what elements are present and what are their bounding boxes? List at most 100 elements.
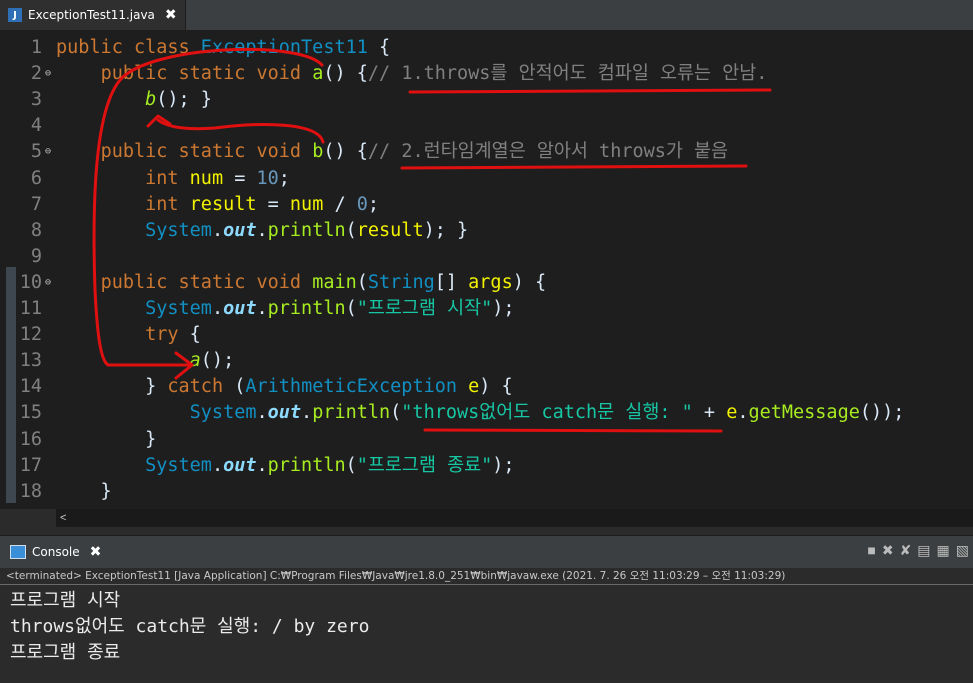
code-token: . [737, 402, 749, 424]
code-token: () { [323, 141, 368, 163]
code-text: try { [56, 322, 201, 348]
code-line[interactable]: 10 ⊖ public static void main(String[] arg… [0, 270, 973, 296]
code-text: b(); } [56, 87, 212, 113]
code-token: . [256, 219, 268, 241]
line-number: 9 [30, 245, 42, 267]
line-number: 8 [30, 219, 42, 241]
code-token: System [189, 402, 257, 424]
pin-console-icon[interactable]: ▤ [917, 542, 930, 559]
code-token: ( [345, 298, 357, 319]
close-console-icon[interactable]: ✖ [90, 544, 102, 560]
code-token: ; [367, 193, 380, 215]
editor-tab-title: ExceptionTest11.java [28, 8, 155, 22]
code-token: . [301, 402, 313, 424]
code-line[interactable]: 6 int num = 10; [0, 166, 973, 192]
code-token: System [145, 454, 212, 476]
code-line[interactable]: 17 System.out.println("프로그램 종료"); [0, 453, 973, 479]
code-token: ); } [423, 219, 469, 241]
code-line[interactable]: 11 System.out.println("프로그램 시작"); [0, 296, 973, 322]
code-line[interactable]: 2 ⊖ public static void a() {// 1.throws를 … [0, 61, 973, 87]
code-token: println [267, 219, 346, 241]
code-token: // 1.throws를 안적어도 컴파일 오류는 안남. [367, 63, 768, 85]
code-token: class [133, 37, 201, 58]
code-token: println [312, 402, 391, 424]
code-line[interactable]: 4 [0, 113, 973, 139]
code-line[interactable]: 16 } [0, 427, 973, 453]
code-token: void [256, 63, 313, 85]
code-token: = [223, 167, 257, 189]
code-token: e [726, 402, 738, 424]
console-status: <terminated> ExceptionTest11 [Java Appli… [0, 568, 973, 585]
code-line[interactable]: 14 } catch (ArithmeticException e) { [0, 374, 973, 400]
code-token: catch [167, 376, 224, 398]
open-console-icon[interactable]: ▦ [937, 542, 950, 559]
code-line[interactable]: 15 System.out.println("throws없어도 catch문 … [0, 400, 973, 426]
code-token: 10 [256, 167, 279, 189]
code-token: b [312, 141, 324, 163]
horizontal-scrollbar[interactable]: < [56, 509, 973, 527]
line-number: 12 [19, 324, 42, 346]
code-line[interactable]: 13 a(); [0, 348, 973, 374]
code-token: println [267, 298, 346, 319]
code-editor[interactable]: 1 public class ExceptionTest11 {2 ⊖ public… [0, 31, 973, 509]
code-line[interactable]: 5 ⊖ public static void b() {// 2.런타임계열은 알… [0, 139, 973, 165]
code-token: out [223, 219, 257, 241]
fold-toggle-icon[interactable]: ⊖ [45, 270, 51, 296]
code-token: num [289, 193, 324, 215]
display-console-icon[interactable]: ▧ [956, 542, 969, 559]
line-number: 18 [19, 480, 42, 502]
code-token: b [145, 89, 157, 111]
code-line[interactable]: 9 [0, 244, 973, 270]
fold-toggle-icon[interactable]: ⊖ [45, 61, 51, 87]
code-token: a [189, 350, 201, 372]
code-token: out [223, 454, 257, 476]
code-token: System [145, 219, 212, 241]
code-text: public static void a() {// 1.throws를 안적어… [56, 61, 768, 87]
code-token: args [468, 271, 513, 293]
code-token: out [267, 402, 302, 424]
fold-toggle-icon[interactable]: ⊖ [45, 139, 51, 165]
remove-launch-icon[interactable]: ✖ [882, 542, 894, 559]
code-token: public [56, 37, 134, 58]
code-token: static [178, 63, 257, 85]
code-token: public [100, 271, 179, 293]
code-line[interactable]: 18 } [0, 479, 973, 505]
close-tab-icon[interactable]: ✖ [165, 7, 177, 23]
code-token: () { [323, 63, 368, 85]
code-token: . [211, 454, 224, 476]
code-token: public [100, 141, 179, 163]
console-tab[interactable]: Console ✖ [0, 536, 111, 568]
code-line[interactable]: 7 int result = num / 0; [0, 192, 973, 218]
remove-all-icon[interactable]: ✘ [900, 542, 912, 559]
java-file-icon: J [8, 8, 22, 22]
code-line[interactable]: 12 try { [0, 322, 973, 348]
code-token: (); } [156, 89, 212, 111]
stop-icon[interactable]: ■ [867, 542, 875, 559]
scroll-left-icon[interactable]: < [60, 512, 66, 524]
code-line[interactable]: 1 public class ExceptionTest11 { [0, 35, 973, 61]
line-number: 10 [19, 271, 42, 293]
code-token: // 2.런타임계열은 알아서 throws가 붙음 [367, 141, 729, 163]
code-token: . [211, 219, 224, 241]
code-line[interactable]: 3 b(); } [0, 87, 973, 113]
console-icon [10, 545, 26, 559]
code-token: a [312, 63, 324, 85]
code-token: ExceptionTest11 [200, 37, 368, 58]
code-text: System.out.println("프로그램 종료"); [56, 453, 514, 479]
line-number: 2 [30, 63, 42, 85]
code-text: public static void b() {// 2.런타임계열은 알아서 … [56, 139, 729, 165]
code-token: void [256, 141, 313, 163]
code-token: ()); [859, 402, 905, 424]
line-number: 13 [19, 350, 42, 372]
code-line[interactable]: 8 System.out.println(result); } [0, 218, 973, 244]
code-token: String [367, 271, 435, 293]
console-tab-bar: Console ✖ ■ ✖ ✘ ▤ ▦ ▧ [0, 535, 973, 568]
code-token: . [211, 298, 224, 319]
editor-tab[interactable]: J ExceptionTest11.java ✖ [0, 0, 186, 30]
code-token: getMessage [748, 402, 860, 424]
code-token: [] [434, 271, 469, 293]
